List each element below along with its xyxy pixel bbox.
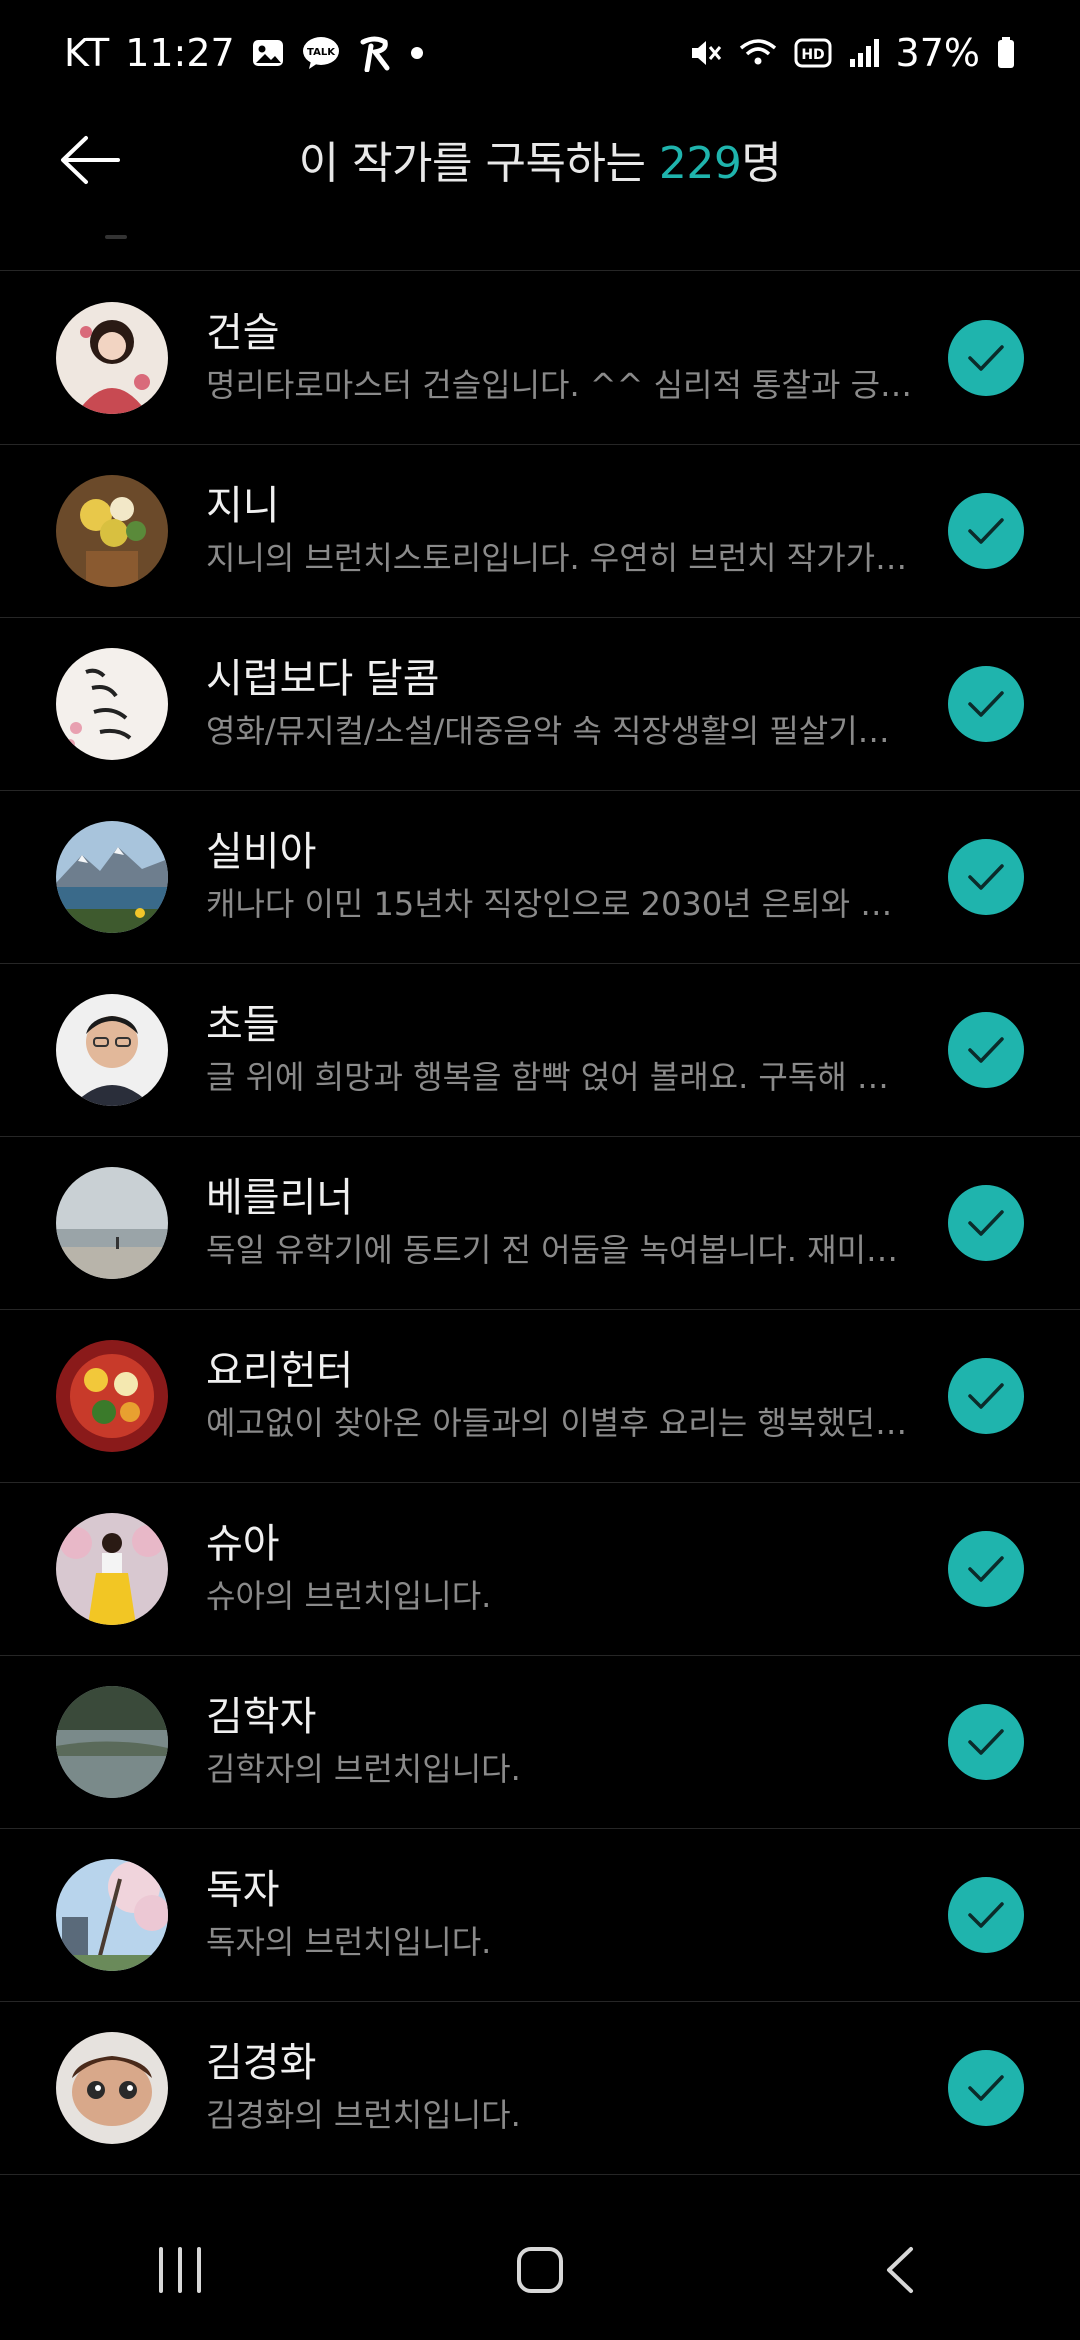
subscriber-desc: 독일 유학기에 동트기 전 어둠을 녹여봅니다. 재미있게 읽어주세요 [206, 1231, 916, 1269]
avatar[interactable] [56, 1513, 168, 1625]
check-icon [968, 518, 1004, 544]
subscriber-desc: 캐나다 이민 15년차 직장인으로 2030년 은퇴와 함께 꿈을 이루려 합니… [206, 885, 916, 923]
subscribed-toggle-button[interactable] [948, 666, 1024, 742]
svg-text:TALK: TALK [307, 47, 336, 58]
check-icon [968, 1729, 1004, 1755]
title-suffix: 명 [741, 138, 782, 189]
subscribed-toggle-button[interactable] [948, 493, 1024, 569]
list-item[interactable]: 건슬 명리타로마스터 건슬입니다. ^^ 심리적 통찰과 긍정적인 변화를 돕겠… [0, 272, 1080, 445]
avatar[interactable] [56, 648, 168, 760]
avatar[interactable] [56, 1686, 168, 1798]
subscribed-toggle-button[interactable] [948, 320, 1024, 396]
status-right: HD 37% [688, 31, 1016, 75]
list-item[interactable]: 베를리너 독일 유학기에 동트기 전 어둠을 녹여봅니다. 재미있게 읽어주세요 [0, 1137, 1080, 1310]
r-app-icon [357, 34, 393, 72]
subscriber-name: 요리헌터 [206, 1348, 354, 1394]
avatar[interactable] [56, 821, 168, 933]
time-label: 11:27 [125, 30, 235, 75]
subscriber-name: 초들 [206, 1002, 280, 1048]
avatar[interactable] [56, 1340, 168, 1452]
title-prefix: 이 작가를 구독하는 [298, 138, 659, 189]
subscriber-name: 베를리너 [206, 1175, 354, 1221]
subscriber-name: 실비아 [206, 829, 317, 875]
subscriber-desc: 예고없이 찾아온 아들과의 이별후 요리는 행복했던 기억을 되살립니다 [206, 1404, 916, 1442]
subscriber-desc: 독자의 브런치입니다. [206, 1923, 492, 1961]
app-header: 이 작가를 구독하는 229명 [0, 105, 1080, 215]
list-item[interactable]: 초들 글 위에 희망과 행복을 함빡 얹어 볼래요. 구독해 주시면 감사하겠습… [0, 964, 1080, 1137]
battery-icon [996, 36, 1016, 70]
subscribed-toggle-button[interactable] [948, 1012, 1024, 1088]
avatar[interactable] [56, 1167, 168, 1279]
subscriber-desc: 명리타로마스터 건슬입니다. ^^ 심리적 통찰과 긍정적인 변화를 돕겠습니다 [206, 366, 916, 404]
list-item[interactable]: 김학자 김학자의 브런치입니다. [0, 1656, 1080, 1829]
subscriber-name: 건슬 [206, 310, 280, 356]
battery-label: 37% [895, 30, 980, 75]
check-icon [968, 1556, 1004, 1582]
gallery-icon [251, 36, 285, 70]
check-icon [968, 2075, 1004, 2101]
dot-icon [409, 45, 425, 61]
avatar[interactable] [56, 302, 168, 414]
subscribed-toggle-button[interactable] [948, 1358, 1024, 1434]
subscriber-name: 김학자 [206, 1694, 317, 1740]
list-item[interactable]: 슈아 슈아의 브런치입니다. [0, 1483, 1080, 1656]
talk-icon: TALK [301, 35, 341, 71]
check-icon [968, 1902, 1004, 1928]
hd-icon: HD [794, 38, 832, 68]
mute-icon [688, 36, 722, 70]
check-icon [968, 345, 1004, 371]
subscriber-name: 슈아 [206, 1521, 280, 1567]
avatar[interactable] [56, 475, 168, 587]
carrier-label: KT [64, 30, 110, 75]
subscribed-toggle-button[interactable] [948, 839, 1024, 915]
subscribed-toggle-button[interactable] [948, 2050, 1024, 2126]
status-bar: KT 11:27 TALK HD 37% [0, 0, 1080, 105]
subscriber-desc: 슈아의 브런치입니다. [206, 1577, 492, 1615]
subscriber-desc: 지니의 브런치스토리입니다. 우연히 브런치 작가가 되었습니다 [206, 539, 916, 577]
subscribed-toggle-button[interactable] [948, 1185, 1024, 1261]
list-item[interactable]: 김경화 김경화의 브런치입니다. [0, 2002, 1080, 2175]
subscriber-name: 지니 [206, 483, 280, 529]
list-top-partial-row [0, 215, 1080, 271]
status-left: KT 11:27 TALK [64, 31, 425, 75]
nav-back-button[interactable] [830, 2220, 970, 2320]
subscriber-name: 시럽보다 달콤 [206, 656, 440, 702]
home-button[interactable] [470, 2220, 610, 2320]
recent-apps-icon [159, 2247, 201, 2293]
list-item[interactable]: 지니 지니의 브런치스토리입니다. 우연히 브런치 작가가 되었습니다 [0, 445, 1080, 618]
list-item[interactable]: 요리헌터 예고없이 찾아온 아들과의 이별후 요리는 행복했던 기억을 되살립니… [0, 1310, 1080, 1483]
page-title: 이 작가를 구독하는 229명 [0, 127, 1080, 191]
check-icon [968, 1210, 1004, 1236]
check-icon [968, 864, 1004, 890]
list-item[interactable]: 독자 독자의 브런치입니다. [0, 1829, 1080, 2002]
home-icon [517, 2247, 563, 2293]
back-chevron-icon [887, 2247, 913, 2293]
list-item[interactable]: 실비아 캐나다 이민 15년차 직장인으로 2030년 은퇴와 함께 꿈을 이루… [0, 791, 1080, 964]
wifi-icon [738, 36, 778, 70]
subscribed-toggle-button[interactable] [948, 1704, 1024, 1780]
subscribed-toggle-button[interactable] [948, 1531, 1024, 1607]
avatar[interactable] [56, 1859, 168, 1971]
subscriber-name: 김경화 [206, 2040, 317, 2086]
check-icon [968, 1037, 1004, 1063]
list-item[interactable]: 시럽보다 달콤 영화/뮤지컬/소설/대중음악 속 직장생활의 필살기를 찾습니다 [0, 618, 1080, 791]
subscriber-desc: 김경화의 브런치입니다. [206, 2096, 521, 2134]
system-nav-bar [0, 2200, 1080, 2340]
signal-icon [848, 37, 880, 69]
svg-text:HD: HD [801, 47, 824, 63]
subscriber-count: 229 [658, 138, 742, 189]
subscriber-name: 독자 [206, 1867, 280, 1913]
recent-apps-button[interactable] [110, 2220, 250, 2320]
check-icon [968, 1383, 1004, 1409]
avatar[interactable] [56, 994, 168, 1106]
check-icon [968, 691, 1004, 717]
avatar[interactable] [56, 2032, 168, 2144]
subscriber-list: 건슬 명리타로마스터 건슬입니다. ^^ 심리적 통찰과 긍정적인 변화를 돕겠… [0, 272, 1080, 2175]
subscriber-desc: 영화/뮤지컬/소설/대중음악 속 직장생활의 필살기를 찾습니다 [206, 712, 916, 750]
subscriber-desc: 김학자의 브런치입니다. [206, 1750, 521, 1788]
subscriber-desc: 글 위에 희망과 행복을 함빡 얹어 볼래요. 구독해 주시면 감사하겠습니다 [206, 1058, 916, 1096]
subscribed-toggle-button[interactable] [948, 1877, 1024, 1953]
